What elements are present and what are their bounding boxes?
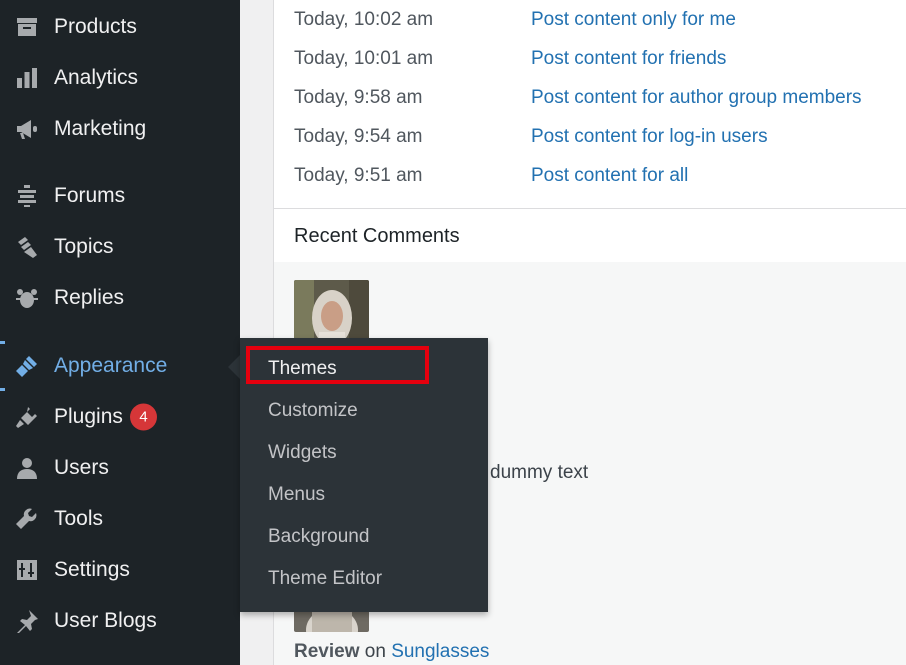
sidebar-item-label: User Blogs	[54, 609, 157, 632]
activity-row: Today, 9:54 am Post content for log-in u…	[274, 126, 906, 156]
post-time: Today, 9:51 am	[294, 165, 423, 186]
avatar	[294, 280, 369, 342]
sidebar-item-label: Topics	[54, 235, 114, 258]
megaphone-icon	[14, 116, 40, 142]
post-link[interactable]: Post content for friends	[531, 48, 726, 70]
sidebar-item-analytics[interactable]: Analytics	[0, 56, 240, 100]
post-time: Today, 9:58 am	[294, 87, 423, 108]
paintbrush-icon	[14, 353, 40, 379]
plugin-icon	[14, 404, 40, 430]
submenu-item-label: Background	[268, 526, 370, 547]
sidebar-item-plugins[interactable]: Plugins 4	[0, 395, 240, 439]
archive-icon	[14, 14, 40, 40]
wrench-icon	[14, 506, 40, 532]
forums-icon	[14, 183, 40, 209]
sidebar-item-marketing[interactable]: Marketing	[0, 107, 240, 151]
recent-comments-title: Recent Comments	[294, 225, 460, 247]
sidebar-item-label: Marketing	[54, 117, 147, 140]
post-link[interactable]: Post content for author group members	[531, 87, 862, 109]
submenu-item-customize[interactable]: Customize	[240, 392, 488, 432]
post-link[interactable]: Post content only for me	[531, 9, 736, 31]
post-link[interactable]: Post content for all	[531, 165, 688, 187]
activity-widget: Today, 10:02 am Post content only for me…	[274, 0, 906, 209]
settings-icon	[14, 557, 40, 583]
sidebar-item-settings[interactable]: Settings	[0, 548, 240, 592]
sidebar-item-label: Forums	[54, 184, 126, 207]
sidebar-item-forums[interactable]: Forums	[0, 174, 240, 218]
sidebar-item-topics[interactable]: Topics	[0, 225, 240, 269]
sidebar-item-user-blogs[interactable]: User Blogs	[0, 599, 240, 643]
sidebar-item-label: Appearance	[54, 354, 168, 377]
sidebar-item-tools[interactable]: Tools	[0, 497, 240, 541]
sidebar-item-products[interactable]: Products	[0, 5, 240, 49]
submenu-item-widgets[interactable]: Widgets	[240, 434, 488, 474]
post-link[interactable]: Post content for log-in users	[531, 126, 768, 148]
topics-icon	[14, 234, 40, 260]
sidebar-item-users[interactable]: Users	[0, 446, 240, 490]
comment-excerpt: dummy text	[490, 462, 589, 483]
submenu-item-label: Widgets	[268, 442, 337, 463]
post-time: Today, 10:01 am	[294, 48, 434, 69]
sidebar-item-appearance[interactable]: Appearance	[0, 344, 240, 388]
replies-icon	[14, 285, 40, 311]
review-product-link[interactable]: Sunglasses	[391, 641, 489, 662]
sidebar-item-label: Analytics	[54, 66, 139, 89]
sidebar-item-label: Tools	[54, 507, 104, 530]
user-icon	[14, 455, 40, 481]
sidebar-item-label: Users	[54, 456, 109, 479]
appearance-submenu: Themes Customize Widgets Menus Backgroun…	[240, 338, 488, 612]
submenu-pointer	[228, 355, 240, 379]
activity-row: Today, 9:51 am Post content for all	[274, 165, 906, 195]
recent-comments-header: Recent Comments	[274, 209, 906, 262]
admin-sidebar: Products Analytics Marketing Forums Topi…	[0, 0, 240, 665]
activity-row: Today, 10:02 am Post content only for me	[274, 9, 906, 39]
themes-highlight-box	[246, 346, 429, 384]
pin-icon	[14, 608, 40, 634]
post-time: Today, 9:54 am	[294, 126, 423, 147]
submenu-item-label: Theme Editor	[268, 568, 383, 589]
bar-chart-icon	[14, 65, 40, 91]
activity-row: Today, 9:58 am Post content for author g…	[274, 87, 906, 117]
sidebar-item-label: Replies	[54, 286, 125, 309]
submenu-item-theme-editor[interactable]: Theme Editor	[240, 560, 488, 600]
update-count-badge: 4	[130, 403, 157, 431]
activity-row: Today, 10:01 am Post content for friends	[274, 48, 906, 78]
review-type: Review	[294, 641, 360, 662]
submenu-item-label: Customize	[268, 400, 358, 421]
review-on: on	[364, 641, 386, 662]
submenu-item-label: Menus	[268, 484, 326, 505]
post-time: Today, 10:02 am	[294, 9, 434, 30]
submenu-item-background[interactable]: Background	[240, 518, 488, 558]
sidebar-item-label: Products	[54, 15, 137, 38]
review-line: Review on Sunglasses	[294, 641, 489, 663]
sidebar-item-replies[interactable]: Replies	[0, 276, 240, 320]
sidebar-item-label: Plugins	[54, 405, 123, 428]
sidebar-item-label: Settings	[54, 558, 130, 581]
submenu-item-menus[interactable]: Menus	[240, 476, 488, 516]
